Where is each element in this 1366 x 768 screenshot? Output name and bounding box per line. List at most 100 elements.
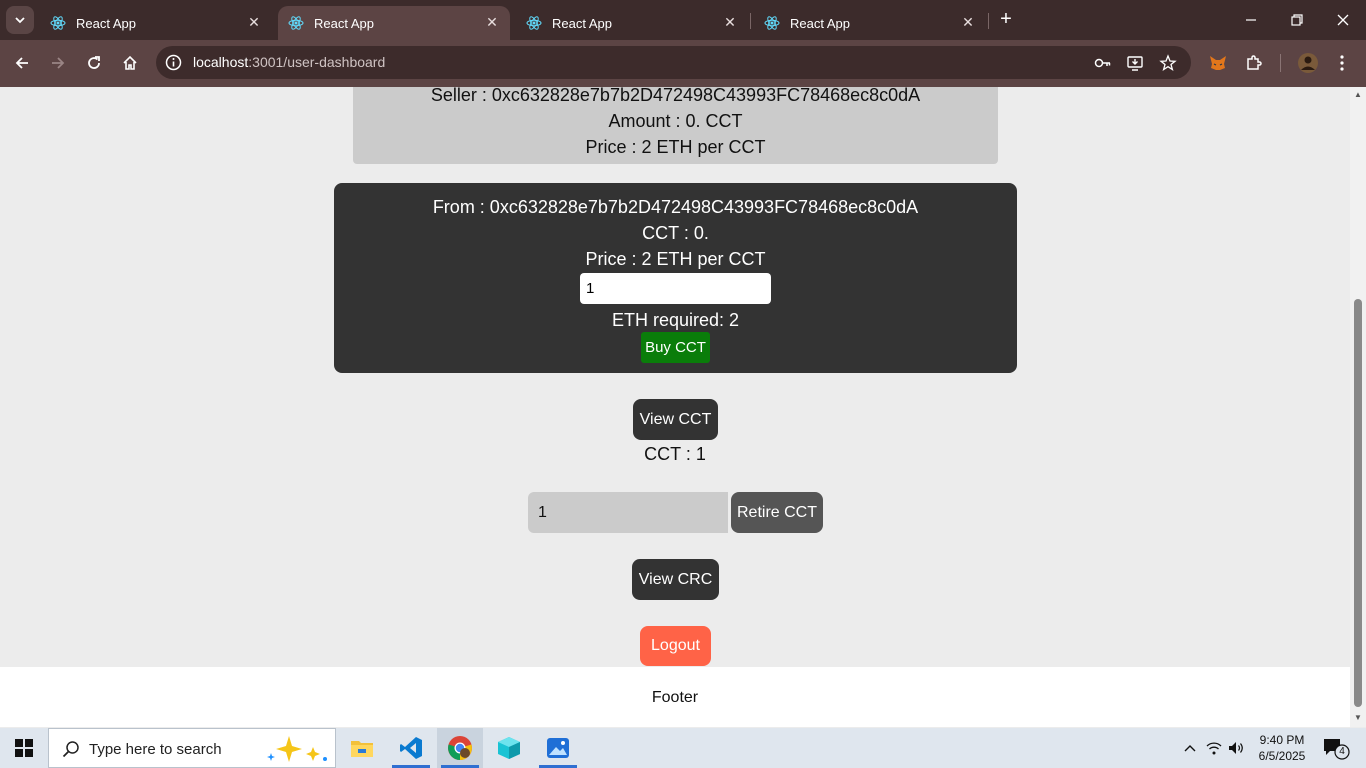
url-path: :3001/user-dashboard (248, 54, 386, 70)
restore-icon (1291, 14, 1303, 26)
folder-icon (351, 741, 373, 757)
page-footer: Footer (0, 667, 1350, 727)
notification-count: 4 (1339, 746, 1345, 757)
key-icon[interactable] (1094, 54, 1112, 72)
tab-separator (750, 13, 751, 29)
scroll-down-arrow-icon[interactable]: ▼ (1353, 713, 1363, 723)
arrow-right-icon (52, 57, 65, 69)
scrollbar-thumb[interactable] (1354, 299, 1362, 707)
clock-date: 6/5/2025 (1258, 749, 1306, 763)
tab-separator (988, 13, 989, 29)
fox-icon (1210, 56, 1226, 70)
browser-tab-3[interactable]: React App ✕ (516, 6, 748, 40)
reload-button[interactable] (80, 49, 108, 77)
listing-price: Price : 2 ETH per CCT (585, 137, 766, 157)
photos-icon (547, 738, 569, 758)
taskbar-search-box[interactable]: Type here to search (48, 728, 336, 768)
plus-icon: + (1000, 8, 1012, 30)
retire-cct-button[interactable]: Retire CCT (731, 492, 823, 533)
offer-cct: CCT : 0. (642, 223, 709, 243)
site-info-icon[interactable] (164, 53, 183, 72)
browser-tab-4[interactable]: React App ✕ (754, 6, 986, 40)
offer-price: Price : 2 ETH per CCT (585, 249, 766, 269)
tab-title: React App (790, 15, 850, 31)
close-window-button[interactable] (1320, 6, 1366, 34)
react-icon (526, 16, 542, 30)
volume-icon[interactable] (1226, 738, 1246, 758)
browser-tab-strip: React App ✕ React App ✕ React App ✕ Reac… (0, 0, 1366, 40)
notification-center-button[interactable]: 4 (1322, 736, 1352, 760)
listing-amount: Amount : 0. CCT (608, 111, 743, 131)
3d-app-taskbar-app[interactable] (486, 728, 532, 768)
sparkle-icon (267, 736, 327, 762)
react-icon (50, 16, 66, 30)
scroll-up-arrow-icon[interactable]: ▲ (1353, 90, 1363, 100)
forward-button[interactable] (44, 49, 72, 77)
search-icon (62, 741, 79, 758)
metamask-extension-icon[interactable] (1204, 49, 1232, 77)
kebab-menu-icon (1340, 55, 1344, 71)
close-tab-icon[interactable]: ✕ (484, 14, 500, 30)
react-icon (764, 16, 780, 30)
buy-offer-card: From : 0xc632828e7b7b2D472498C43993FC784… (334, 183, 1017, 373)
buy-quantity-input[interactable] (580, 273, 771, 304)
home-icon (123, 55, 137, 70)
photos-taskbar-app[interactable] (535, 728, 581, 768)
windows-taskbar: Type here to search 9:40 PM 6/5/2025 4 (0, 728, 1366, 768)
browser-tab-1[interactable]: React App ✕ (40, 6, 272, 40)
close-tab-icon[interactable]: ✕ (960, 14, 976, 30)
view-cct-button[interactable]: View CCT (633, 399, 718, 440)
buy-cct-button[interactable]: Buy CCT (641, 332, 710, 363)
browser-tab-2[interactable]: React App ✕ (278, 6, 510, 40)
react-icon (288, 16, 304, 30)
cube-icon (498, 737, 520, 759)
page-scrollbar[interactable]: ▲ ▼ (1350, 87, 1366, 727)
windows-logo-icon (15, 739, 33, 757)
address-bar[interactable]: localhost:3001/user-dashboard (156, 46, 1191, 79)
vscode-taskbar-app[interactable] (388, 728, 434, 768)
file-explorer-taskbar-app[interactable] (339, 728, 385, 768)
notification-icon (1324, 739, 1350, 760)
close-tab-icon[interactable]: ✕ (246, 14, 262, 30)
avatar-icon (1298, 53, 1318, 73)
chrome-taskbar-app[interactable] (437, 728, 483, 768)
view-crc-button[interactable]: View CRC (632, 559, 719, 600)
toolbar-separator (1280, 54, 1281, 72)
start-button[interactable] (0, 728, 48, 768)
tab-search-button[interactable] (6, 6, 34, 34)
extensions-button[interactable] (1240, 49, 1268, 77)
browser-toolbar: localhost:3001/user-dashboard (0, 40, 1366, 87)
install-app-icon[interactable] (1126, 54, 1144, 72)
retire-amount-input[interactable] (528, 492, 728, 533)
arrow-left-icon (15, 57, 28, 69)
tab-title: React App (552, 15, 612, 31)
show-hidden-icons-chevron-icon[interactable] (1180, 738, 1200, 758)
close-icon (1337, 14, 1349, 26)
minimize-button[interactable] (1228, 6, 1274, 34)
sell-listing-card: Seller : 0xc632828e7b7b2D472498C43993FC7… (353, 87, 998, 164)
listing-seller: Seller : 0xc632828e7b7b2D472498C43993FC7… (430, 87, 921, 105)
restore-button[interactable] (1274, 6, 1320, 34)
offer-from: From : 0xc632828e7b7b2D472498C43993FC784… (432, 197, 919, 217)
home-button[interactable] (116, 49, 144, 77)
chevron-down-icon (15, 17, 25, 24)
close-tab-icon[interactable]: ✕ (722, 14, 738, 30)
chrome-icon (448, 736, 472, 760)
puzzle-icon (1247, 55, 1262, 70)
new-tab-button[interactable]: + (994, 8, 1018, 32)
minimize-icon (1246, 19, 1256, 21)
back-button[interactable] (8, 49, 36, 77)
taskbar-clock[interactable]: 9:40 PM 6/5/2025 (1248, 732, 1316, 764)
user-dashboard-page: Seller : 0xc632828e7b7b2D472498C43993FC7… (0, 87, 1350, 727)
bookmark-star-icon[interactable] (1159, 54, 1177, 72)
url-host: localhost (193, 54, 249, 70)
chrome-menu-button[interactable] (1328, 49, 1356, 77)
tab-title: React App (76, 15, 136, 31)
wifi-icon[interactable] (1204, 738, 1224, 758)
profile-avatar[interactable] (1294, 49, 1322, 77)
eth-required-text: ETH required: 2 (611, 310, 740, 330)
vscode-icon (400, 737, 422, 759)
url-text: localhost:3001/user-dashboard (193, 54, 385, 70)
logout-button[interactable]: Logout (640, 626, 711, 666)
clock-time: 9:40 PM (1259, 733, 1305, 747)
